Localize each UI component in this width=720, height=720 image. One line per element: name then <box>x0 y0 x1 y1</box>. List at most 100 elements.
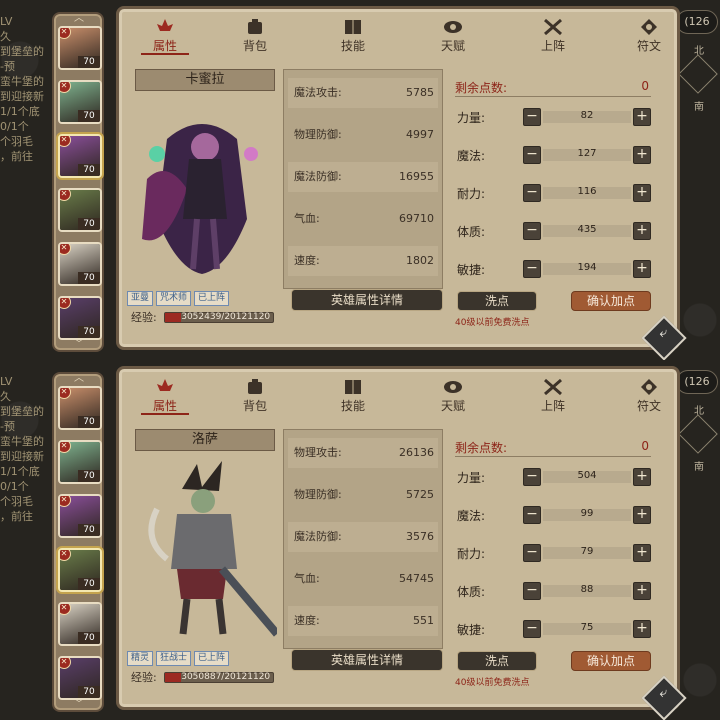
plus-button[interactable]: + <box>633 222 651 240</box>
point-row: 力量: − 82 + <box>455 107 651 129</box>
minus-button[interactable]: − <box>523 620 541 638</box>
plus-button[interactable]: + <box>633 260 651 278</box>
minus-button[interactable]: − <box>523 108 541 126</box>
scroll-down-icon[interactable]: ﹀ <box>72 340 86 350</box>
tab-label: 天赋 <box>440 399 465 413</box>
tab-skills[interactable]: 技能 <box>323 13 383 55</box>
stat-value: 5785 <box>406 86 434 99</box>
hero-level: 70 <box>78 164 100 176</box>
hero-detail-button[interactable]: 英雄属性详情 <box>291 289 443 311</box>
plus-button[interactable]: + <box>633 582 651 600</box>
tab-bag[interactable]: 背包 <box>225 373 285 415</box>
stat-name: 物理攻击: <box>294 446 342 459</box>
point-name: 力量: <box>457 471 486 485</box>
tab-attributes[interactable]: 属性 <box>135 13 195 55</box>
scroll-up-icon[interactable]: ︿ <box>72 374 86 384</box>
plus-button[interactable]: + <box>633 620 651 638</box>
tab-talents[interactable]: 天赋 <box>423 373 483 415</box>
tab-talents[interactable]: 天赋 <box>423 13 483 55</box>
point-row: 耐力: − 79 + <box>455 543 651 565</box>
exp-bar: 3052439/20121120 <box>164 311 275 323</box>
reset-points-button[interactable]: 洗点 <box>457 291 537 311</box>
runes-icon <box>641 379 657 395</box>
hero-list[interactable]: ︿ ﹀ ✕ 70 ✕ 70 ✕ 70 ✕ 70 ✕ 70 ✕ 70 <box>52 12 104 352</box>
runes-icon <box>641 19 657 35</box>
resource-counter: (126 <box>676 370 718 394</box>
skills-icon <box>345 380 361 394</box>
hero-slot[interactable]: ✕ 70 <box>58 494 102 538</box>
tab-label: 技能 <box>340 399 365 413</box>
tab-label: 技能 <box>340 39 365 53</box>
stat-value: 26136 <box>399 446 434 459</box>
stat-row: 魔法防御: 16955 <box>288 162 438 192</box>
hero-slot[interactable]: ✕ 70 <box>58 602 102 646</box>
point-value: 116 <box>577 186 597 197</box>
hero-tag: 已上阵 <box>194 651 230 666</box>
reset-points-button[interactable]: 洗点 <box>457 651 537 671</box>
stat-value: 4997 <box>406 128 434 141</box>
point-name: 体质: <box>457 225 486 239</box>
tab-runes[interactable]: 符文 <box>619 373 679 415</box>
hero-tags: 精灵 狂战士 已上阵 <box>127 645 232 666</box>
screen-2: LV 久到堡垒的 -预 蛮牛堡的 到迎接新 1/1个底 0/1个 个羽毛 ，前往 (126 北 … <box>0 360 720 720</box>
hero-level: 70 <box>78 218 100 230</box>
deploy-icon <box>544 378 562 396</box>
quest-log-line: 个羽毛 <box>0 495 33 508</box>
plus-button[interactable]: + <box>633 468 651 486</box>
tab-deploy[interactable]: 上阵 <box>523 13 583 55</box>
minus-button[interactable]: − <box>523 146 541 164</box>
plus-button[interactable]: + <box>633 146 651 164</box>
stat-value: 1802 <box>406 254 434 267</box>
hero-slot[interactable]: ✕ 70 <box>58 548 102 592</box>
stat-box: 魔法攻击: 5785 物理防御: 4997 魔法防御: 16955 气血: 69710 速度: 1… <box>283 69 443 289</box>
tab-deploy[interactable]: 上阵 <box>523 373 583 415</box>
stat-row: 物理防御: 5725 <box>288 480 438 510</box>
minus-button[interactable]: − <box>523 222 541 240</box>
hero-slot[interactable]: ✕ 70 <box>58 386 102 430</box>
plus-button[interactable]: + <box>633 544 651 562</box>
scroll-down-icon[interactable]: ﹀ <box>72 700 86 710</box>
plus-button[interactable]: + <box>633 108 651 126</box>
hero-slot[interactable]: ✕ 70 <box>58 26 102 70</box>
point-row: 体质: − 435 + <box>455 221 651 243</box>
hero-slot[interactable]: ✕ 70 <box>58 242 102 286</box>
tab-bag[interactable]: 背包 <box>225 13 285 55</box>
plus-button[interactable]: + <box>633 184 651 202</box>
exp-row: 经验: 3052439/20121120 <box>131 309 275 325</box>
hero-slot[interactable]: ✕ 70 <box>58 656 102 700</box>
minus-button[interactable]: − <box>523 582 541 600</box>
point-name: 敏捷: <box>457 623 486 637</box>
tab-runes[interactable]: 符文 <box>619 13 679 55</box>
hero-slot[interactable]: ✕ 70 <box>58 80 102 124</box>
quest-log-line: 1/1个底 <box>0 465 40 478</box>
quest-log-line: 0/1个 <box>0 480 29 493</box>
hero-slot[interactable]: ✕ 70 <box>58 134 102 178</box>
point-value: 435 <box>577 224 597 235</box>
minus-button[interactable]: − <box>523 260 541 278</box>
hero-detail-button[interactable]: 英雄属性详情 <box>291 649 443 671</box>
hero-slot[interactable]: ✕ 70 <box>58 188 102 232</box>
minus-button[interactable]: − <box>523 544 541 562</box>
return-arrow-icon: ⤶ <box>659 684 668 701</box>
quest-log-line: ，前往 <box>0 510 33 523</box>
resource-counter: (126 <box>676 10 718 34</box>
tab-label: 背包 <box>242 399 267 413</box>
confirm-points-button[interactable]: 确认加点 <box>571 291 651 311</box>
hero-list[interactable]: ︿ ﹀ ✕ 70 ✕ 70 ✕ 70 ✕ 70 ✕ 70 ✕ 70 <box>52 372 104 712</box>
hero-panel: 属性 背包 技能 天赋 上阵 符文 洛萨 精灵 狂战士 已上阵 经验: 3050887/201… <box>116 366 680 710</box>
quest-log-line: -预 <box>0 60 15 73</box>
tab-label: 属性 <box>152 39 177 53</box>
scroll-up-icon[interactable]: ︿ <box>72 14 86 24</box>
point-value: 79 <box>580 546 594 557</box>
confirm-points-button[interactable]: 确认加点 <box>571 651 651 671</box>
plus-button[interactable]: + <box>633 506 651 524</box>
minus-button[interactable]: − <box>523 184 541 202</box>
hero-slot[interactable]: ✕ 70 <box>58 296 102 340</box>
compass-star <box>678 414 718 454</box>
stat-name: 魔法防御: <box>294 170 342 183</box>
minus-button[interactable]: − <box>523 506 541 524</box>
minus-button[interactable]: − <box>523 468 541 486</box>
hero-slot[interactable]: ✕ 70 <box>58 440 102 484</box>
tab-skills[interactable]: 技能 <box>323 373 383 415</box>
tab-attributes[interactable]: 属性 <box>135 373 195 415</box>
